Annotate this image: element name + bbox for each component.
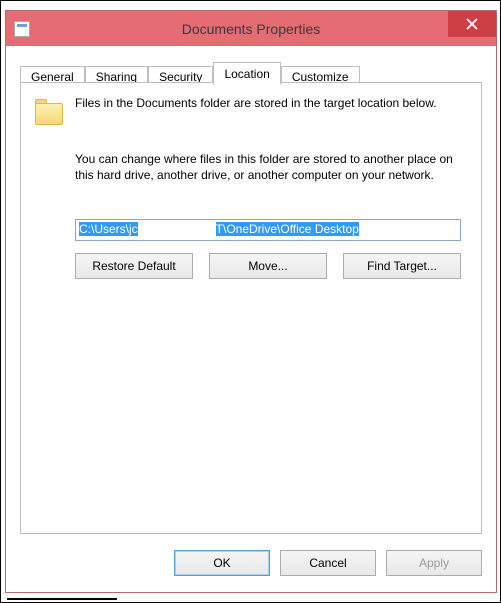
path-selected-prefix: C:\Users\jc [79,222,138,236]
location-description-2: You can change where files in this folde… [75,151,467,183]
ok-button[interactable]: OK [174,550,270,576]
properties-window: Documents Properties General Sharing Sec… [5,10,497,593]
screenshot-frame: Documents Properties General Sharing Sec… [0,0,501,603]
titlebar[interactable]: Documents Properties [6,11,496,46]
close-icon [466,18,478,30]
restore-default-button[interactable]: Restore Default [75,253,193,279]
tab-strip: General Sharing Security Location Custom… [20,61,360,84]
window-fragment-icon [7,598,117,600]
apply-button[interactable]: Apply [386,550,482,576]
find-target-button[interactable]: Find Target... [343,253,461,279]
client-area: General Sharing Security Location Custom… [6,46,496,592]
dialog-button-row: OK Cancel Apply [174,550,482,576]
window-title: Documents Properties [6,21,496,37]
move-button[interactable]: Move... [209,253,327,279]
location-button-row: Restore Default Move... Find Target... [75,253,461,279]
path-selected-suffix: T\OneDrive\Office Desktop [216,222,359,236]
cancel-button[interactable]: Cancel [280,550,376,576]
location-description-1: Files in the Documents folder are stored… [75,95,467,111]
tab-location[interactable]: Location [213,62,280,85]
location-path-input[interactable]: C:\Users\jc T\OneDrive\Office Desktop [75,219,461,241]
tab-panel-location: Files in the Documents folder are stored… [20,82,482,534]
frame-bottom-edge [1,596,500,602]
folder-icon [33,97,65,129]
close-button[interactable] [448,11,496,37]
